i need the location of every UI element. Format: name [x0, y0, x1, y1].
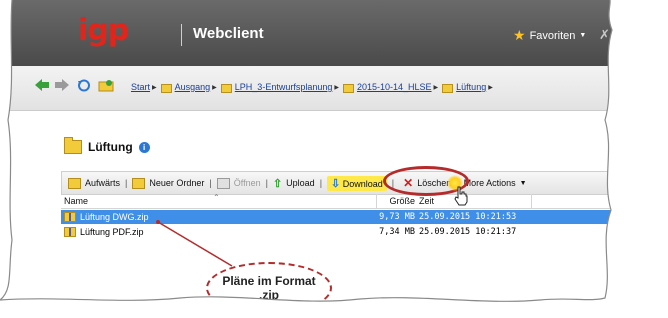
annotation-line-1: Pläne im Format: [222, 274, 316, 288]
annotation-callout: Pläne im Format .zip: [206, 262, 332, 314]
screenshot-frame: igp Webclient ★ Favoriten ▼ ✗ Tools Star…: [0, 0, 668, 318]
annotation-line-2: .zip: [259, 288, 279, 302]
annotation-leader-line: [156, 220, 233, 267]
